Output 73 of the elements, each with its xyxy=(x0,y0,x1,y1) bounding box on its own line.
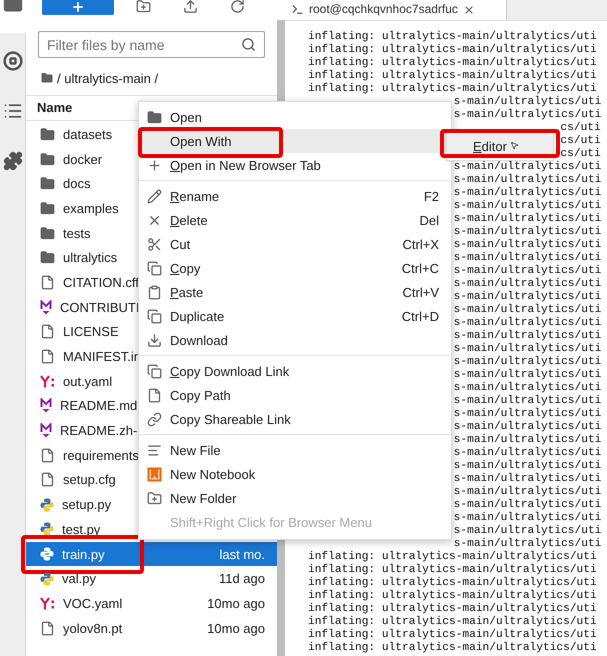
terminal-line: s-main/ultralytics/uti xyxy=(454,382,602,394)
terminal-line: s-main/ultralytics/uti xyxy=(454,252,602,264)
terminal-line: s-main/ultralytics/uti xyxy=(454,278,602,290)
terminal-line: s-main/ultralytics/uti xyxy=(454,421,602,434)
terminal-line: s-main/ultralytics/uti xyxy=(454,174,602,186)
terminal-line: s-main/ultralytics/uti xyxy=(454,486,602,498)
file-name: val.py xyxy=(62,571,96,586)
terminal-line: inflating: ultralytics-main/ultralytics/uti xyxy=(308,603,597,616)
terminal-line: inflating: ultralytics-main/ultralytics/uti xyxy=(308,44,597,56)
terminal-line: s-main/ultralytics/uti xyxy=(454,512,602,524)
terminal-line: s-main/ultralytics/uti xyxy=(454,356,602,368)
file-name: docs xyxy=(63,176,90,192)
file-name: train.py xyxy=(62,546,105,562)
terminal-line: inflating: ultralytics-main/ultralytics/uti xyxy=(308,564,597,576)
terminal-line: s-main/ultralytics/uti xyxy=(454,408,602,420)
terminal-line: cs/uti xyxy=(560,148,601,160)
terminal-line: s-main/ultralytics/uti xyxy=(454,460,602,472)
terminal-line: s-main/ultralytics/uti xyxy=(454,213,602,226)
terminal-line: s-main/ultralytics/uti xyxy=(454,187,602,200)
terminal-line: inflating: ultralytics-main/ultralytics/uti xyxy=(308,31,597,44)
terminal-line: s-main/ultralytics/uti xyxy=(454,538,602,550)
terminal-line: s-main/ultralytics/uti xyxy=(454,434,602,446)
terminal-line: s-main/ultralytics/uti xyxy=(454,226,602,238)
file-name: LICENSE xyxy=(63,324,119,340)
file-name: requirements xyxy=(63,448,139,463)
terminal-line: inflating: ultralytics-main/ultralytics/uti xyxy=(308,642,597,655)
file-name: setup.py xyxy=(62,497,112,512)
terminal-line: inflating: ultralytics-main/ultralytics/uti xyxy=(308,577,597,590)
terminal-line: inflating: ultralytics-main/ultralytics/uti xyxy=(308,551,597,564)
terminal-line: s-main/ultralytics/uti xyxy=(454,161,602,174)
file-name: README.zh- xyxy=(60,423,138,438)
modified-date: 10mo ago xyxy=(207,620,265,636)
file-name: ultralytics xyxy=(63,250,118,266)
file-name: MANIFEST.in xyxy=(63,349,142,364)
terminal-line: inflating: ultralytics-main/ultralytics/uti xyxy=(308,629,597,642)
terminal-line: s-main/ultralytics/uti xyxy=(454,343,602,356)
terminal-line: cs/uti xyxy=(560,135,601,148)
terminal-line: s-main/ultralytics/uti xyxy=(454,109,602,122)
file-name: setup.cfg xyxy=(63,472,116,488)
file-name: test.py xyxy=(62,522,100,537)
file-name: README.md xyxy=(60,398,138,414)
terminal-line: s-main/ultralytics/uti xyxy=(454,317,602,330)
terminal-line: s-main/ultralytics/uti xyxy=(454,499,602,512)
file-name: yolov8n.pt xyxy=(63,620,122,636)
terminal-line: s-main/ultralytics/uti xyxy=(454,473,602,486)
terminal-line: s-main/ultralytics/uti xyxy=(454,291,602,304)
terminal-line: s-main/ultralytics/uti xyxy=(454,200,602,212)
terminal-line: s-main/ultralytics/uti xyxy=(454,330,602,342)
terminal-line: inflating: ultralytics-main/ultralytics/uti xyxy=(308,70,597,82)
file-name: examples xyxy=(63,200,119,216)
terminal-line: inflating: ultralytics-main/ultralytics/uti xyxy=(308,83,597,96)
terminal-line: s-main/ultralytics/uti xyxy=(454,239,602,252)
terminal-line: s-main/ultralytics/uti xyxy=(454,265,602,278)
file-name: VOC.yaml xyxy=(63,596,122,611)
terminal-line: s-main/ultralytics/uti xyxy=(454,369,602,382)
terminal-line: s-main/ultralytics/uti xyxy=(454,525,602,538)
file-name: tests xyxy=(63,226,90,241)
modified-date: last mo. xyxy=(219,546,265,562)
modified-date: 10mo ago xyxy=(207,596,265,611)
terminal-line: inflating: ultralytics-main/ultralytics/uti xyxy=(308,57,597,70)
file-name: datasets xyxy=(63,126,112,142)
modified-date: 11d ago xyxy=(218,571,265,586)
terminal-line: s-main/ultralytics/uti xyxy=(454,304,602,316)
terminal-line: s-main/ultralytics/uti xyxy=(454,395,602,408)
file-name: CONTRIBUTI xyxy=(60,300,140,315)
terminal-line: s-main/ultralytics/uti xyxy=(454,96,602,108)
file-name: CITATION.cff xyxy=(63,274,139,290)
file-name: out.yaml xyxy=(63,374,112,389)
terminal-line: inflating: ultralytics-main/ultralytics/uti xyxy=(308,616,597,628)
terminal-line: inflating: ultralytics-main/ultralytics/uti xyxy=(308,590,597,602)
terminal-line: cs/uti xyxy=(560,122,601,134)
file-name: docker xyxy=(63,152,102,167)
terminal-line: s-main/ultralytics/uti xyxy=(454,447,602,460)
